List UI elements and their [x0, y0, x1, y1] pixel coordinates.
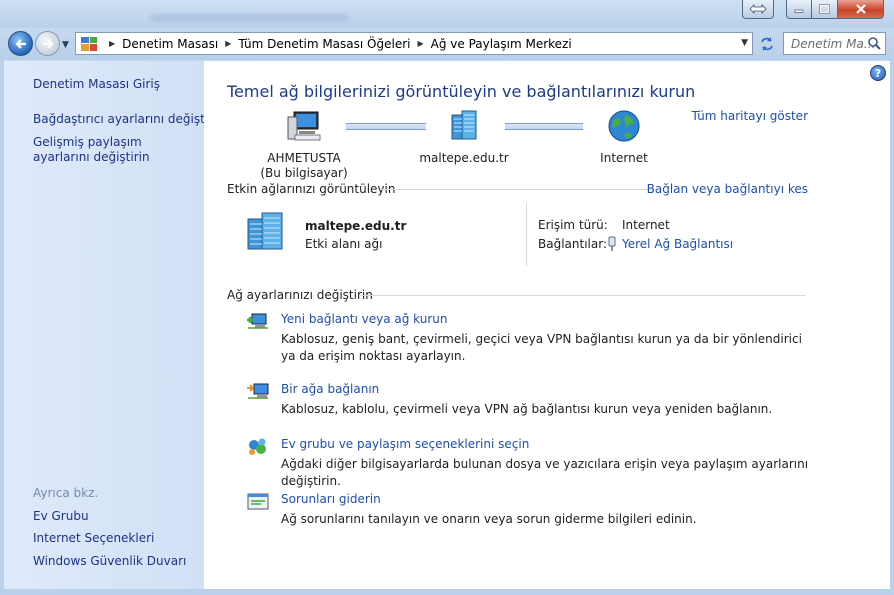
sidebar-item-firewall[interactable]: Windows Güvenlik Duvarı — [33, 554, 186, 569]
map-connection-line — [505, 123, 583, 130]
globe-icon — [608, 110, 640, 142]
sidebar: Denetim Masası Giriş Bağdaştırıcı ayarla… — [4, 61, 224, 589]
map-domain-name: maltepe.edu.tr — [419, 151, 509, 165]
new-connection-description: Kablosuz, geniş bant, çevirmeli, geçici … — [281, 332, 802, 363]
snap-icon[interactable] — [742, 0, 774, 19]
connect-network-icon — [247, 383, 269, 399]
map-node-computer[interactable]: AHMETUSTA (Bu bilgisayar) — [259, 109, 349, 181]
search-icon[interactable] — [867, 36, 881, 50]
show-full-map-link[interactable]: Tüm haritayı göster — [691, 109, 808, 123]
navigation-bar: ▼ ▶ Denetim Masası ▶ Tüm Denetim Masası … — [0, 28, 894, 60]
control-panel-icon — [81, 36, 97, 51]
window-frame-right — [890, 60, 894, 595]
arrow-left-icon — [14, 38, 26, 49]
vertical-divider — [526, 203, 527, 266]
map-internet-label: Internet — [600, 151, 648, 165]
access-type-label: Erişim türü: — [538, 218, 608, 232]
sidebar-item-homegroup[interactable]: Ev Grubu — [33, 509, 89, 524]
troubleshoot-icon — [247, 493, 269, 510]
connect-disconnect-link[interactable]: Bağlan veya bağlantıyı kes — [647, 182, 808, 196]
refresh-button[interactable] — [755, 32, 779, 55]
window-frame-bottom — [0, 589, 894, 595]
window-controls — [742, 0, 884, 20]
domain-network-icon — [451, 110, 477, 140]
domain-network-icon — [247, 212, 283, 250]
homegroup-description: Ağdaki diğer bilgisayarlarda bulunan dos… — [281, 457, 809, 488]
access-type-value: Internet — [622, 218, 670, 232]
sidebar-item-adapter-settings[interactable]: Bağdaştırıcı ayarlarını değiştirin — [33, 112, 224, 127]
see-also-heading: Ayrıca bkz. — [33, 486, 99, 500]
connect-network-link[interactable]: Bir ağa bağlanın — [281, 382, 379, 396]
breadcrumb-item[interactable]: Tüm Denetim Masası Öğeleri — [238, 37, 410, 51]
troubleshoot-link[interactable]: Sorunları giderin — [281, 492, 381, 506]
chevron-right-icon[interactable]: ▶ — [225, 39, 231, 48]
sidebar-item-internet-options[interactable]: Internet Seçenekleri — [33, 531, 154, 546]
breadcrumb-item[interactable]: Denetim Masası — [122, 37, 218, 51]
refresh-icon — [761, 36, 773, 51]
arrow-right-icon — [42, 38, 54, 49]
title-bar-background — [150, 14, 350, 22]
sidebar-item-advanced-sharing[interactable]: Gelişmiş paylaşım ayarlarını değiştirin — [33, 135, 193, 165]
homegroup-link[interactable]: Ev grubu ve paylaşım seçeneklerini seçin — [281, 437, 529, 451]
help-icon[interactable]: ? — [870, 65, 886, 81]
back-button[interactable] — [8, 31, 33, 56]
title-bar — [0, 0, 894, 28]
address-bar[interactable]: ▶ Denetim Masası ▶ Tüm Denetim Masası Öğ… — [75, 32, 753, 55]
new-connection-icon — [247, 313, 268, 329]
change-settings-heading: Ağ ayarlarınızı değiştirin — [227, 288, 373, 302]
map-computer-name: AHMETUSTA — [267, 151, 341, 165]
computer-icon — [287, 111, 321, 141]
active-network-name: maltepe.edu.tr — [305, 219, 407, 233]
chevron-down-icon[interactable]: ▼ — [741, 38, 748, 48]
map-node-domain[interactable]: maltepe.edu.tr — [414, 109, 514, 166]
search-placeholder: Denetim Ma... — [791, 36, 876, 51]
close-button[interactable] — [838, 0, 884, 19]
troubleshoot-description: Ağ sorunlarını tanılayın ve onarın veya … — [281, 512, 697, 526]
new-connection-link[interactable]: Yeni bağlantı veya ağ kurun — [281, 312, 447, 326]
connect-network-description: Kablosuz, kablolu, çevirmeli veya VPN ağ… — [281, 402, 773, 416]
main-content: ? Temel ağ bilgilerinizi görüntüleyin ve… — [204, 61, 890, 589]
page-title: Temel ağ bilgilerinizi görüntüleyin ve b… — [227, 82, 696, 101]
section-divider — [381, 189, 656, 190]
breadcrumb-item[interactable]: Ağ ve Paylaşım Merkezi — [431, 37, 572, 51]
local-area-connection-link[interactable]: Yerel Ağ Bağlantısı — [622, 237, 733, 251]
search-input[interactable]: Denetim Ma... — [783, 32, 886, 55]
connections-label: Bağlantılar: — [538, 237, 607, 251]
active-network-type[interactable]: Etki alanı ağı — [305, 237, 382, 251]
recent-pages-dropdown-icon[interactable]: ▼ — [62, 40, 69, 50]
minimize-button[interactable] — [786, 0, 812, 19]
maximize-button[interactable] — [812, 0, 838, 19]
map-computer-sub: (Bu bilgisayar) — [260, 166, 348, 180]
ethernet-icon — [606, 236, 618, 255]
chevron-right-icon[interactable]: ▶ — [109, 39, 115, 48]
map-node-internet[interactable]: Internet — [584, 109, 664, 166]
section-divider — [359, 295, 806, 296]
chevron-right-icon[interactable]: ▶ — [417, 39, 423, 48]
active-networks-heading: Etkin ağlarınızı görüntüleyin — [227, 182, 396, 196]
homegroup-icon — [249, 438, 266, 455]
sidebar-item-home[interactable]: Denetim Masası Giriş — [33, 77, 160, 92]
forward-button[interactable] — [35, 31, 60, 56]
